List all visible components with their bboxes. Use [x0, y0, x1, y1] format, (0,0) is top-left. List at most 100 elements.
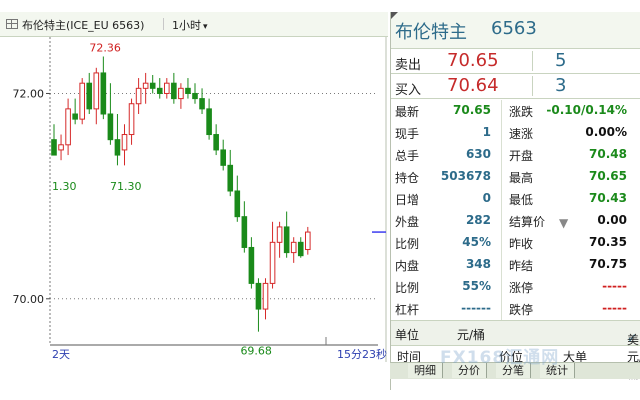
candle-body-down: [227, 164, 234, 192]
candle-body-down: [206, 108, 212, 136]
candle-body-up: [58, 144, 64, 151]
stat-label: 外盘: [395, 215, 420, 229]
candle-body-up: [79, 82, 86, 120]
stat-value: 70.65: [453, 103, 491, 117]
chevron-down-icon: ▾: [203, 22, 208, 32]
candle-body-down: [51, 139, 57, 156]
candle-body-down: [213, 134, 219, 151]
stats-row: 总手 630 开盘 70.48: [391, 144, 640, 165]
axis-label: 1.30: [52, 180, 77, 193]
stat-label: 比例: [395, 281, 420, 295]
stat-value: 70.35: [589, 235, 627, 249]
stat-value: 630: [465, 147, 491, 161]
stat-value: 70.75: [589, 257, 627, 271]
candle-body-down: [241, 216, 248, 248]
candle-body-up: [262, 282, 269, 310]
instrument-name: 布伦特主: [395, 22, 467, 43]
stats-row: 持仓 503678 最高 70.65: [391, 166, 640, 187]
instrument-code: 6563: [491, 18, 537, 39]
stat-label: 最新: [395, 105, 420, 119]
watermark-logo: FX168汇通网: [440, 343, 559, 368]
stat-label: 速涨: [509, 127, 534, 141]
stat-value: 0: [482, 191, 491, 205]
column-divider: [532, 76, 533, 96]
ask-volume: 5: [555, 50, 567, 71]
candle-body-up: [93, 72, 100, 110]
stat-label: 昨结: [509, 259, 534, 273]
candle-body-up: [128, 103, 135, 136]
tab-detail[interactable]: 明细: [408, 363, 443, 378]
ask-row[interactable]: 卖出 70.65 5: [391, 49, 640, 74]
stat-value: 282: [465, 213, 491, 227]
candle-body-up: [135, 87, 142, 105]
candle-body-down: [255, 282, 262, 310]
stat-value: -----: [602, 301, 627, 315]
candle-body-down: [248, 246, 255, 284]
candlestick-chart[interactable]: 72.00 70.00 72.36 69.68 1.30 71.30 2天 15分23秒: [0, 37, 388, 362]
candle-body-down: [297, 241, 304, 257]
stat-label: 持仓: [395, 171, 420, 185]
stat-value: 348: [465, 257, 491, 271]
watermark-text: FX168汇通网: [440, 348, 560, 368]
stats-row: 外盘 282 结算价 0.00 ▼: [391, 210, 640, 231]
header-divider: [163, 18, 164, 30]
stat-label: 涨跌: [509, 105, 534, 119]
axis-label: 71.30: [110, 180, 142, 193]
stats-row: 比例 45% 昨收 70.35: [391, 232, 640, 253]
ask-label: 卖出: [395, 58, 422, 73]
y-tick-label: 72.00: [13, 87, 45, 100]
candle-body-up: [305, 231, 311, 251]
candle-body-up: [290, 241, 297, 254]
candle-body-down: [149, 82, 156, 89]
panel-title: 布伦特主 6563: [391, 12, 640, 49]
period-label: 1小时: [172, 19, 201, 32]
grid-icon[interactable]: [6, 19, 18, 29]
app-window: 布伦特主(ICE_EU 6563) 1小时 ▾ 72.00 70.00 72.36 69…: [0, 0, 640, 400]
candle-body-up: [164, 82, 170, 94]
candle-body-down: [100, 72, 107, 115]
stats-row: 最新 70.65 涨跌 -0.10/0.14%: [391, 100, 640, 121]
candle-body-down: [114, 139, 121, 156]
bid-price: 70.64: [447, 75, 499, 96]
quote-panel: 布伦特主 6563 卖出 70.65 5 买入 70.64 3 最新 70.65 涨…: [390, 12, 640, 390]
period-selector[interactable]: 1小时 ▾: [172, 17, 208, 33]
stat-value: -0.10/0.14%: [546, 103, 627, 117]
column-divider: [532, 51, 533, 71]
stat-label: 最高: [509, 171, 534, 185]
stat-label: 总手: [395, 149, 420, 163]
stat-value: 503678: [440, 169, 491, 183]
stat-label: 涨停: [509, 281, 534, 295]
stat-label: 最低: [509, 193, 534, 207]
stat-label: 内盘: [395, 259, 420, 273]
stats-row: 现手 1 速涨 0.00%: [391, 122, 640, 143]
low-price-label: 69.68: [240, 345, 272, 358]
chart-header: 布伦特主(ICE_EU 6563) 1小时 ▾: [0, 12, 388, 37]
high-price-label: 72.36: [89, 42, 121, 55]
stats-row: 内盘 348 昨结 70.75: [391, 254, 640, 275]
candle-body-down: [199, 98, 205, 110]
stat-label: 结算价: [509, 215, 546, 229]
candle-body-down: [171, 82, 177, 100]
dropdown-triangle-icon[interactable]: ▼: [559, 216, 568, 230]
bid-row[interactable]: 买入 70.64 3: [391, 74, 640, 99]
stat-label: 昨收: [509, 237, 534, 251]
stat-label: 现手: [395, 127, 420, 141]
stat-label: 比例: [395, 237, 420, 251]
candle-body-up: [65, 108, 71, 146]
chart-canvas: 72.00 70.00 72.36 69.68 1.30 71.30 2天 15分23秒: [13, 37, 387, 362]
candle-body-down: [192, 92, 198, 100]
stat-value: ------: [461, 301, 491, 315]
stat-value: 55%: [462, 279, 491, 293]
unit-label: 单位: [395, 328, 420, 342]
candle-body-down: [185, 87, 191, 94]
candle-body-up: [142, 82, 149, 89]
candle-body-up: [178, 87, 184, 100]
stats-row: 比例 55% 涨停 -----: [391, 276, 640, 297]
candle-body-down: [220, 149, 226, 166]
instrument-title: 布伦特主(ICE_EU 6563): [22, 19, 145, 32]
bid-label: 买入: [395, 83, 422, 98]
candle-body-down: [86, 82, 93, 110]
stat-value: 70.65: [589, 169, 627, 183]
stat-label: 日增: [395, 193, 420, 207]
stat-value: 0.00: [597, 213, 627, 227]
